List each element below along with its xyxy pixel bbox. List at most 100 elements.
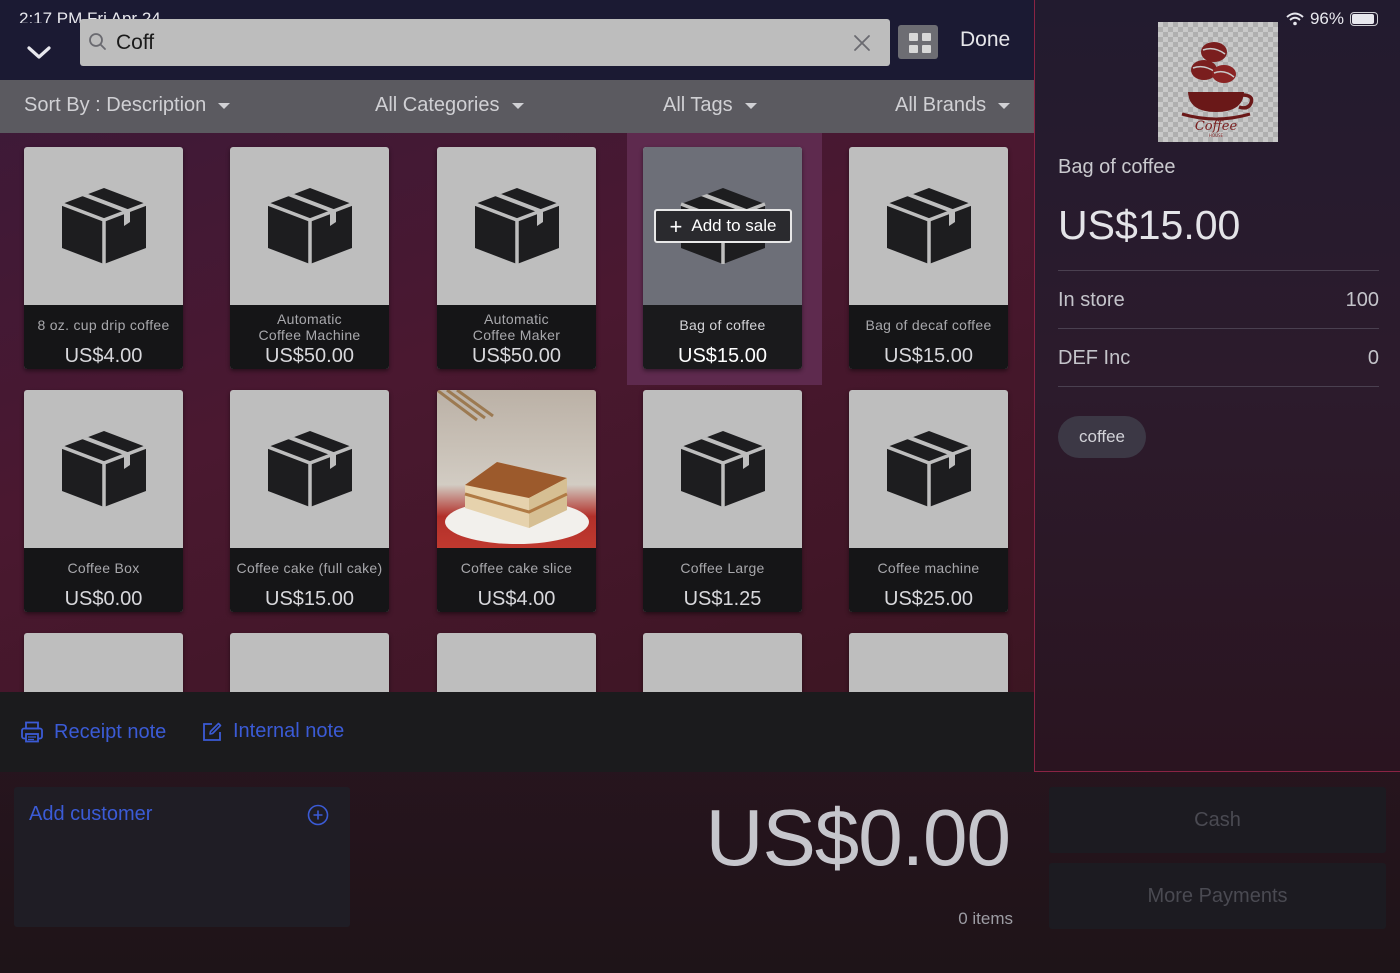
- brands-dropdown[interactable]: All Brands: [895, 94, 1011, 117]
- product-price: US$1.25: [683, 588, 762, 610]
- battery-icon: [1350, 12, 1378, 26]
- edit-note-icon: [203, 722, 222, 741]
- product-image: Coffee HOUSE: [1158, 22, 1278, 142]
- stock-row: DEF Inc 0: [1058, 328, 1379, 387]
- done-button[interactable]: Done: [960, 28, 1010, 52]
- product-price: US$15.00: [1058, 202, 1241, 248]
- caret-down-icon: [744, 102, 757, 109]
- product-thumbnail: [849, 390, 1008, 548]
- product-price: US$15.00: [265, 588, 354, 610]
- product-name: Bag of coffee: [679, 317, 766, 333]
- product-card[interactable]: + Add to sale Bag of coffee US$15.00: [643, 147, 802, 369]
- product-label: Coffee Large US$1.25: [643, 548, 802, 612]
- caret-down-icon: [218, 102, 231, 109]
- more-payments-button[interactable]: More Payments: [1049, 863, 1386, 929]
- stock-qty: 0: [1367, 347, 1379, 369]
- product-price: US$4.00: [64, 345, 143, 367]
- product-name: Bag of decaf coffee: [865, 317, 992, 333]
- product-label: Coffee cake slice US$4.00: [437, 548, 596, 612]
- product-card[interactable]: Coffee cake (full cake) US$15.00: [230, 390, 389, 612]
- product-label: Coffee machine US$25.00: [849, 548, 1008, 612]
- product-thumbnail: [24, 147, 183, 305]
- product-price: US$15.00: [884, 345, 973, 367]
- categories-dropdown[interactable]: All Categories: [375, 94, 524, 117]
- product-name: Coffee cake (full cake): [236, 560, 383, 576]
- plus-icon: +: [669, 213, 683, 239]
- add-customer-button[interactable]: Add customer: [29, 803, 152, 826]
- receipt-note-button[interactable]: Receipt note: [20, 720, 166, 744]
- product-thumbnail: [849, 147, 1008, 305]
- grid-icon: [909, 33, 918, 41]
- product-price: US$15.00: [678, 345, 767, 367]
- product-detail-panel: 96% Coffee HOUSE Bag of coffee US$15.00 …: [1034, 0, 1400, 772]
- customer-box: Add customer: [14, 787, 350, 927]
- product-card[interactable]: Coffee machine US$25.00: [849, 390, 1008, 612]
- product-thumbnail: [437, 390, 596, 548]
- grid-view-toggle[interactable]: [898, 25, 938, 59]
- product-label: Bag of decaf coffee US$15.00: [849, 305, 1008, 369]
- status-indicators: 96%: [1286, 9, 1378, 29]
- clear-search-icon[interactable]: [852, 33, 872, 53]
- internal-note-button[interactable]: Internal note: [201, 720, 344, 743]
- product-card[interactable]: 8 oz. cup drip coffee US$4.00: [24, 147, 183, 369]
- add-circle-icon[interactable]: [307, 804, 329, 826]
- caret-down-icon: [998, 102, 1011, 109]
- sort-dropdown[interactable]: Sort By : Description: [24, 94, 231, 117]
- box-icon: [60, 431, 147, 507]
- cash-button[interactable]: Cash: [1049, 787, 1386, 853]
- product-thumbnail: [24, 390, 183, 548]
- product-price: US$4.00: [477, 588, 556, 610]
- box-icon: [885, 188, 972, 264]
- product-card[interactable]: Coffee cake slice US$4.00: [437, 390, 596, 612]
- box-icon: [885, 431, 972, 507]
- product-label: Automatic Coffee Machine US$50.00: [230, 305, 389, 369]
- product-name: Coffee Box: [67, 560, 140, 576]
- tags-label: All Tags: [663, 94, 733, 116]
- sort-label: Sort By : Description: [24, 94, 207, 116]
- filter-bar: Sort By : Description All Categories All…: [0, 80, 1034, 133]
- stock-row: In store 100: [1058, 270, 1379, 328]
- search-input[interactable]: [116, 19, 836, 66]
- chevron-down-icon: [27, 46, 51, 59]
- product-thumbnail: [230, 390, 389, 548]
- product-label: Automatic Coffee Maker US$50.00: [437, 305, 596, 369]
- stock-location: In store: [1058, 289, 1125, 311]
- product-card[interactable]: Automatic Coffee Maker US$50.00: [437, 147, 596, 369]
- receipt-note-label: Receipt note: [54, 720, 167, 743]
- product-name: Coffee Large: [680, 560, 765, 576]
- collapse-button[interactable]: [24, 38, 54, 68]
- product-thumbnail: [230, 147, 389, 305]
- product-label: 8 oz. cup drip coffee US$4.00: [24, 305, 183, 369]
- categories-label: All Categories: [375, 94, 500, 116]
- product-thumbnail: [437, 147, 596, 305]
- product-card[interactable]: Coffee Large US$1.25: [643, 390, 802, 612]
- product-card[interactable]: Coffee Box US$0.00: [24, 390, 183, 612]
- product-thumbnail: [643, 390, 802, 548]
- product-price: US$50.00: [265, 345, 354, 367]
- search-box[interactable]: [80, 19, 890, 66]
- search-bar: 2:17 PM Fri Apr 24 Done: [0, 0, 1034, 80]
- product-name: Coffee machine: [877, 560, 980, 576]
- brands-label: All Brands: [895, 94, 987, 116]
- tags-dropdown[interactable]: All Tags: [663, 94, 757, 117]
- add-to-sale-button[interactable]: + Add to sale: [654, 209, 792, 243]
- tag-chip[interactable]: coffee: [1058, 416, 1147, 458]
- wifi-icon: [1286, 12, 1304, 26]
- product-label: Coffee cake (full cake) US$15.00: [230, 548, 389, 612]
- svg-text:HOUSE: HOUSE: [1209, 133, 1224, 138]
- caret-down-icon: [511, 102, 524, 109]
- product-title: Bag of coffee: [1058, 156, 1176, 178]
- product-label: Coffee Box US$0.00: [24, 548, 183, 612]
- box-icon: [266, 431, 353, 507]
- stock-qty: 100: [1345, 289, 1379, 311]
- stock-location: DEF Inc: [1058, 347, 1131, 369]
- product-browser: 2:17 PM Fri Apr 24 Done Sort By : Descri…: [0, 0, 1034, 772]
- search-icon: [89, 33, 106, 50]
- product-name: Automatic Coffee Maker: [472, 311, 561, 343]
- svg-text:Coffee: Coffee: [1195, 119, 1238, 134]
- product-card[interactable]: Bag of decaf coffee US$15.00: [849, 147, 1008, 369]
- product-name: Coffee cake slice: [460, 560, 573, 576]
- coffee-house-logo: Coffee HOUSE: [1181, 42, 1254, 138]
- box-icon: [60, 188, 147, 264]
- product-card[interactable]: Automatic Coffee Machine US$50.00: [230, 147, 389, 369]
